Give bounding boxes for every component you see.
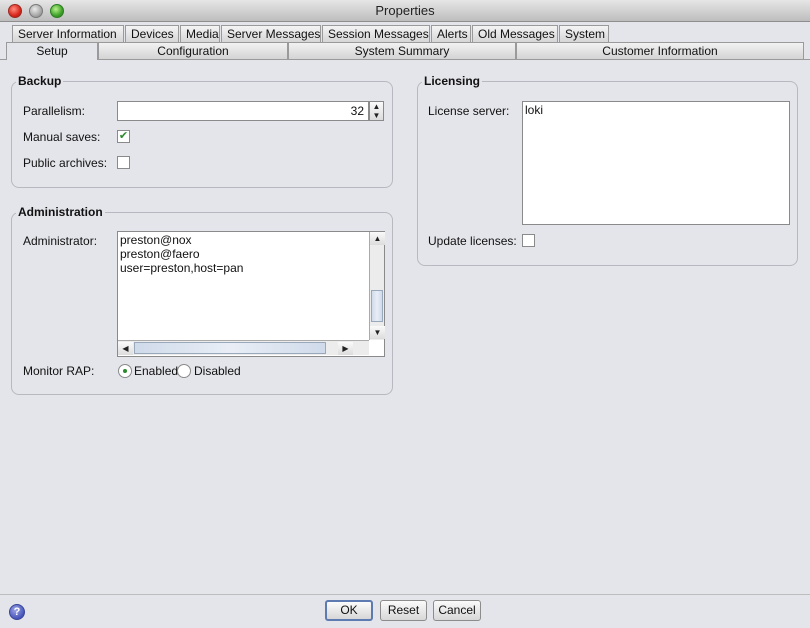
monitor-rap-enabled-radio[interactable] xyxy=(118,364,132,378)
administrator-entry[interactable]: preston@faero xyxy=(120,247,382,261)
tab-system[interactable]: System xyxy=(559,25,609,42)
tab-customer-information[interactable]: Customer Information xyxy=(516,42,804,60)
cancel-button[interactable]: Cancel xyxy=(433,600,481,621)
tab-session-messages[interactable]: Session Messages xyxy=(322,25,430,42)
tab-configuration[interactable]: Configuration xyxy=(98,42,288,60)
update-licenses-checkbox[interactable] xyxy=(522,234,535,247)
administrator-horizontal-scrollbar[interactable]: ◀ ▶ xyxy=(118,340,369,355)
manual-saves-checkbox[interactable]: ✔ xyxy=(117,130,130,143)
button-bar: ? OK Reset Cancel xyxy=(0,594,810,628)
spinner-up-icon[interactable]: ▲ xyxy=(370,102,383,111)
ok-button[interactable]: OK xyxy=(325,600,373,621)
tab-media[interactable]: Media xyxy=(180,25,220,42)
administrator-list[interactable]: preston@nox preston@faero user=preston,h… xyxy=(117,231,385,357)
tab-server-messages[interactable]: Server Messages xyxy=(221,25,321,42)
spinner-down-icon[interactable]: ▼ xyxy=(370,111,383,120)
administrator-vertical-scrollbar[interactable]: ▲ ▼ xyxy=(369,232,385,340)
manual-saves-label: Manual saves: xyxy=(23,130,101,144)
public-archives-label: Public archives: xyxy=(23,156,108,170)
licensing-group-title: Licensing xyxy=(422,74,483,88)
scroll-down-icon[interactable]: ▼ xyxy=(370,326,385,339)
license-server-label: License server: xyxy=(428,104,510,118)
horizontal-scroll-thumb[interactable] xyxy=(134,342,326,354)
setup-panel: Backup Parallelism: 32 ▲ ▼ Manual saves:… xyxy=(0,59,810,594)
monitor-rap-label: Monitor RAP: xyxy=(23,364,95,378)
tab-server-information[interactable]: Server Information xyxy=(12,25,124,42)
title-bar: Properties xyxy=(0,0,810,22)
tab-devices[interactable]: Devices xyxy=(125,25,179,42)
administrator-entry[interactable]: preston@nox xyxy=(120,233,382,247)
help-icon[interactable]: ? xyxy=(9,604,25,620)
properties-window: Properties Server Information Devices Me… xyxy=(0,0,810,628)
tab-alerts[interactable]: Alerts xyxy=(431,25,471,42)
tab-system-summary[interactable]: System Summary xyxy=(288,42,516,60)
administration-group-title: Administration xyxy=(16,205,105,219)
public-archives-checkbox[interactable] xyxy=(117,156,130,169)
administrator-label: Administrator: xyxy=(23,234,98,248)
administrator-entry[interactable]: user=preston,host=pan xyxy=(120,261,382,275)
parallelism-field[interactable]: 32 xyxy=(117,101,369,121)
parallelism-label: Parallelism: xyxy=(23,104,86,118)
update-licenses-label: Update licenses: xyxy=(428,234,517,248)
tab-row-bottom: Setup Configuration System Summary Custo… xyxy=(0,42,810,60)
scroll-up-icon[interactable]: ▲ xyxy=(370,232,385,245)
monitor-rap-disabled-radio[interactable] xyxy=(177,364,191,378)
tab-old-messages[interactable]: Old Messages xyxy=(472,25,558,42)
vertical-scroll-thumb[interactable] xyxy=(371,290,383,322)
scroll-right-icon[interactable]: ▶ xyxy=(338,342,353,355)
monitor-rap-enabled-label[interactable]: Enabled xyxy=(134,364,178,378)
parallelism-spinner[interactable]: ▲ ▼ xyxy=(369,101,384,121)
scroll-left-icon[interactable]: ◀ xyxy=(118,342,133,355)
monitor-rap-disabled-label[interactable]: Disabled xyxy=(194,364,241,378)
window-title: Properties xyxy=(375,3,435,18)
reset-button[interactable]: Reset xyxy=(380,600,427,621)
backup-group-title: Backup xyxy=(16,74,64,88)
license-server-field[interactable]: loki xyxy=(522,101,790,225)
tab-setup[interactable]: Setup xyxy=(6,42,98,60)
